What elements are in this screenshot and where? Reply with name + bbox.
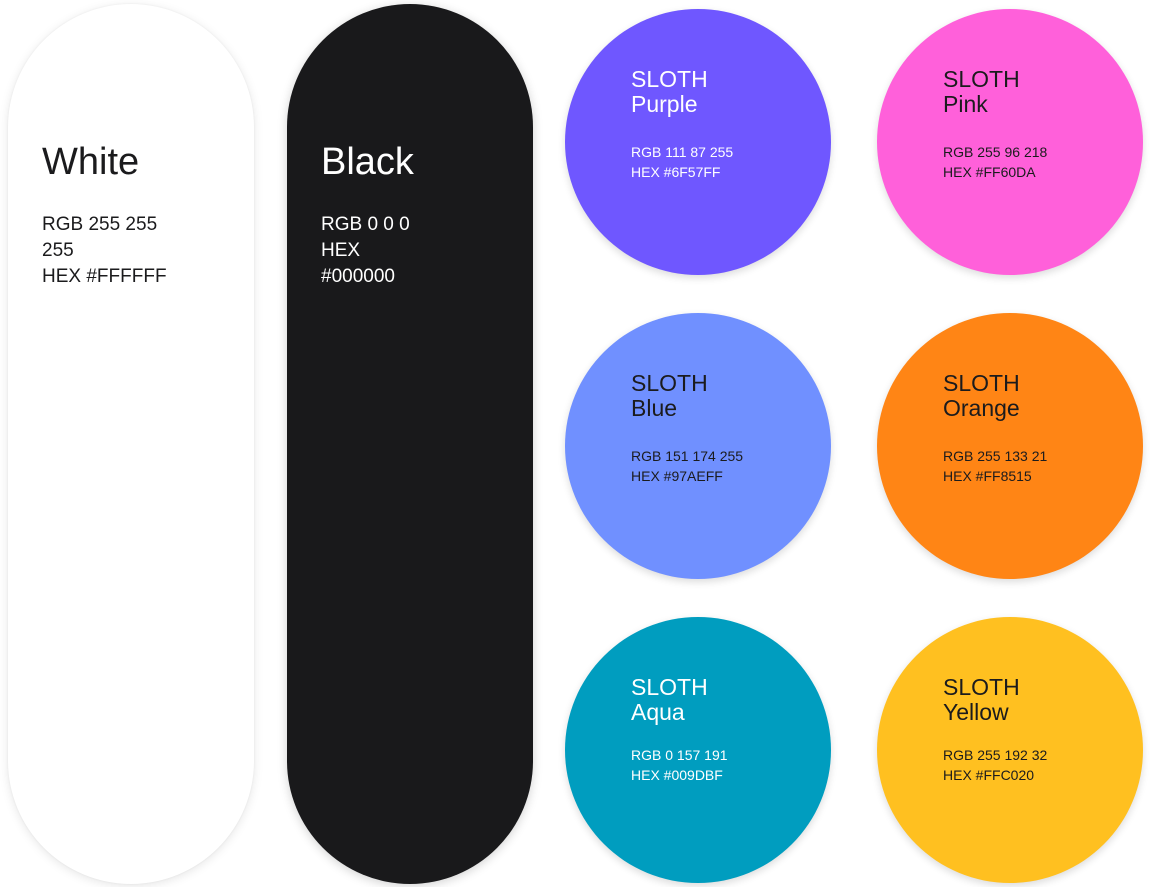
swatch-hex: HEX #FF8515 [943,468,1032,484]
swatch-brand: SLOTH [631,66,708,92]
swatch-name: Orange [943,395,1020,421]
swatch-brand: SLOTH [943,674,1020,700]
swatch-brand: SLOTH [943,66,1020,92]
swatch-black: Black RGB 0 0 0 HEX #000000 [287,4,533,884]
swatch-rgb: RGB 151 174 255 [631,448,744,464]
swatch-black-hex: HEX #000000 [321,240,395,287]
swatch-hex: HEX #6F57FF [631,164,721,180]
swatch-name: Purple [631,91,698,117]
swatch-white-values: RGB 255 255 255 HEX #FFFFFF [42,212,192,290]
swatch-sloth-pink: SLOTH Pink RGB 255 96 218 HEX #FF60DA [877,9,1143,275]
swatch-name: Blue [631,395,678,421]
swatch-sloth-yellow: SLOTH Yellow RGB 255 192 32 HEX #FFC020 [877,617,1143,883]
swatch-white-hex: HEX #FFFFFF [42,266,167,287]
swatch-rgb: RGB 0 157 191 [631,747,728,763]
swatch-name: Yellow [943,699,1009,725]
swatch-brand: SLOTH [631,674,708,700]
swatch-rgb: RGB 255 133 21 [943,448,1048,464]
swatch-hex: HEX #97AEFF [631,468,723,484]
swatch-rgb: RGB 255 192 32 [943,747,1048,763]
swatch-sloth-blue: SLOTH Blue RGB 151 174 255 HEX #97AEFF [565,313,831,579]
swatch-name: Pink [943,91,988,117]
swatch-sloth-aqua: SLOTH Aqua RGB 0 157 191 HEX #009DBF [565,617,831,883]
swatch-black-title: Black [321,141,414,183]
swatch-white-rgb: RGB 255 255 255 [42,214,158,261]
swatch-white: White RGB 255 255 255 HEX #FFFFFF [8,4,254,884]
swatch-brand: SLOTH [631,370,708,396]
swatch-black-values: RGB 0 0 0 HEX #000000 [321,212,431,290]
swatch-hex: HEX #FF60DA [943,164,1036,180]
swatch-sloth-purple: SLOTH Purple RGB 111 87 255 HEX #6F57FF [565,9,831,275]
swatch-rgb: RGB 111 87 255 [631,144,734,160]
swatch-rgb: RGB 255 96 218 [943,144,1048,160]
swatch-name: Aqua [631,699,685,725]
swatch-black-rgb: RGB 0 0 0 [321,214,410,235]
swatch-sloth-orange: SLOTH Orange RGB 255 133 21 HEX #FF8515 [877,313,1143,579]
swatch-hex: HEX #FFC020 [943,767,1035,783]
swatch-brand: SLOTH [943,370,1020,396]
swatch-hex: HEX #009DBF [631,767,723,783]
swatch-white-title: White [42,141,140,183]
